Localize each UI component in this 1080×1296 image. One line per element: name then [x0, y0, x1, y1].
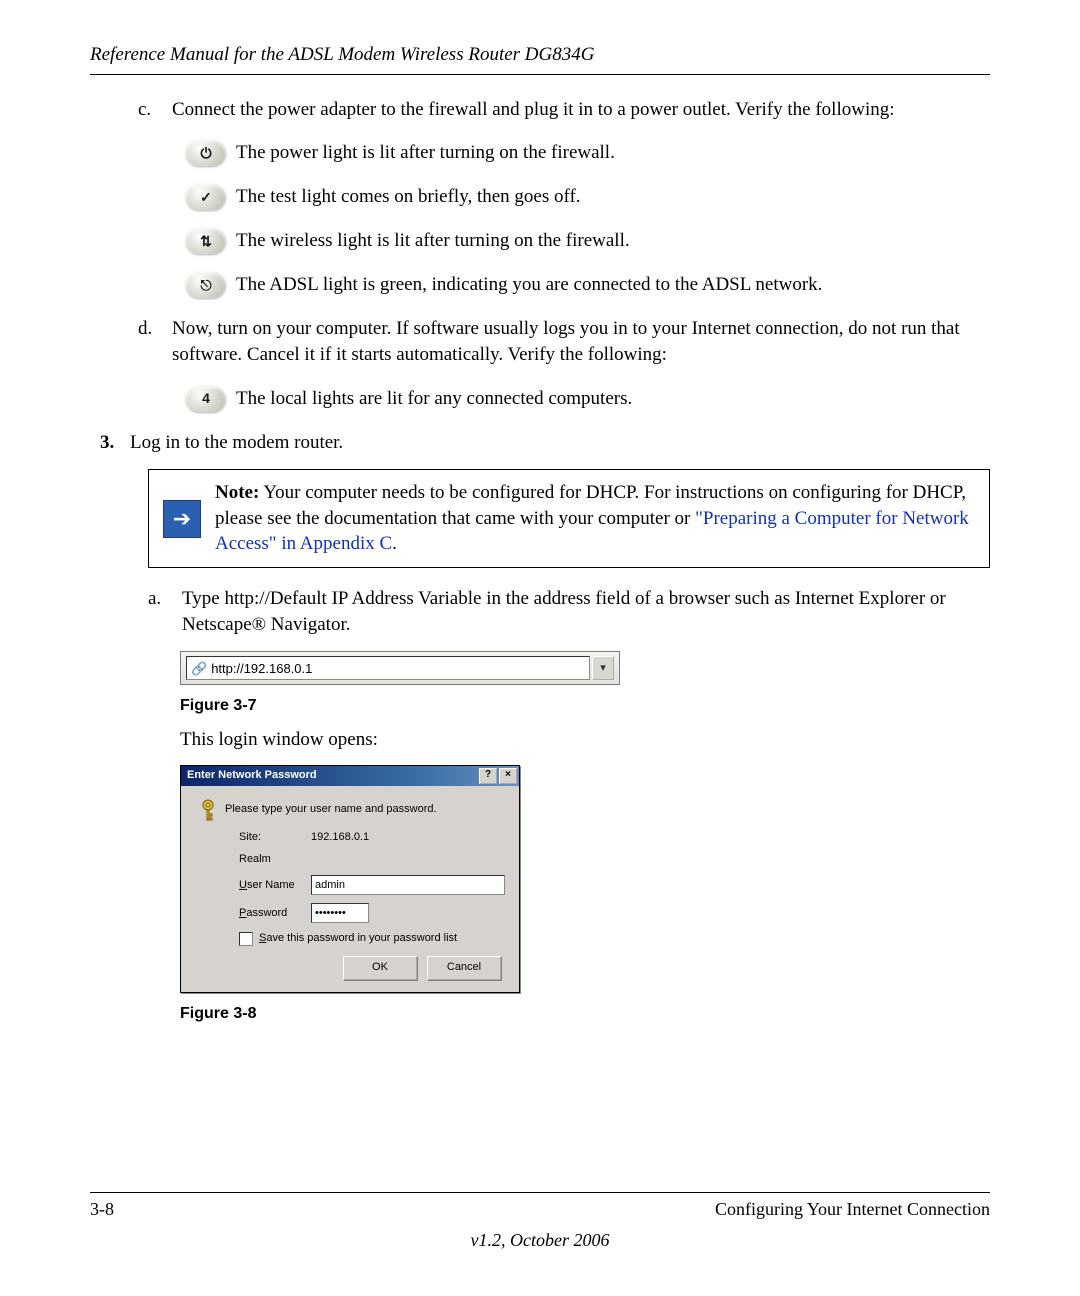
note-body: Note: Your computer needs to be configur…: [203, 480, 977, 557]
list-item-a: a. Type http://Default IP Address Variab…: [148, 586, 990, 637]
save-password-label: Save this password in your password list: [259, 931, 457, 946]
address-bar: 🔗 http://192.168.0.1 ▾: [180, 651, 620, 685]
password-field[interactable]: ••••••••: [311, 903, 369, 923]
number-4-icon: 4: [186, 386, 226, 412]
close-button[interactable]: ×: [499, 768, 517, 784]
item-c-label: c.: [138, 97, 172, 123]
version-text: v1.2, October 2006: [90, 1228, 990, 1252]
item-d-text: Now, turn on your computer. If software …: [172, 316, 990, 367]
wireless-text: The wireless light is lit after turning …: [236, 228, 630, 254]
footer-rule: [90, 1192, 990, 1193]
figure-3-8-label: Figure 3-8: [180, 1003, 990, 1025]
page-footer: 3-8 Configuring Your Internet Connection…: [90, 1192, 990, 1252]
step-3: 3. Log in to the modem router.: [100, 430, 990, 456]
site-label: Site:: [239, 830, 311, 845]
address-url: http://192.168.0.1: [211, 660, 312, 678]
ok-button[interactable]: OK: [343, 956, 417, 980]
after-fig7-text: This login window opens:: [180, 727, 990, 753]
page-number: 3-8: [90, 1197, 114, 1221]
save-password-checkbox[interactable]: [239, 932, 253, 946]
note-bold: Note:: [215, 482, 259, 503]
list-item-c: c. Connect the power adapter to the fire…: [138, 97, 990, 123]
login-dialog: Enter Network Password ? ×: [180, 765, 520, 994]
adsl-icon: ⎋: [186, 272, 226, 298]
cancel-button[interactable]: Cancel: [427, 956, 501, 980]
local-text: The local lights are lit for any connect…: [236, 386, 632, 412]
realm-label: Realm: [239, 852, 311, 867]
page-header: Reference Manual for the ADSL Modem Wire…: [90, 42, 990, 68]
test-text: The test light comes on briefly, then go…: [236, 184, 581, 210]
key-icon: [195, 798, 225, 822]
item-a-text: Type http://Default IP Address Variable …: [182, 586, 990, 637]
note-tail: .: [392, 533, 397, 554]
dialog-title: Enter Network Password: [187, 768, 317, 783]
step-3-label: 3.: [100, 430, 130, 456]
globe-icon: 🔗: [191, 660, 207, 678]
wireless-icon: ⇅: [186, 228, 226, 254]
item-d-label: d.: [138, 316, 172, 367]
username-field[interactable]: admin: [311, 875, 505, 895]
section-title: Configuring Your Internet Connection: [715, 1197, 990, 1221]
item-c-text: Connect the power adapter to the firewal…: [172, 97, 990, 123]
power-icon: ⏻: [186, 140, 226, 166]
dialog-prompt: Please type your user name and password.: [225, 802, 437, 817]
help-button[interactable]: ?: [479, 768, 497, 784]
arrow-right-icon: ➔: [163, 500, 201, 538]
address-field[interactable]: 🔗 http://192.168.0.1: [186, 656, 590, 680]
step-3-text: Log in to the modem router.: [130, 430, 990, 456]
note-box: ➔ Note: Your computer needs to be config…: [148, 469, 990, 568]
username-label: User Name: [239, 878, 311, 893]
header-rule: [90, 74, 990, 75]
site-value: 192.168.0.1: [311, 830, 369, 845]
dialog-title-bar: Enter Network Password ? ×: [181, 766, 519, 786]
figure-3-7-label: Figure 3-7: [180, 695, 990, 717]
list-item-d: d. Now, turn on your computer. If softwa…: [138, 316, 990, 367]
item-a-label: a.: [148, 586, 182, 637]
adsl-text: The ADSL light is green, indicating you …: [236, 272, 822, 298]
password-label: Password: [239, 906, 311, 921]
check-icon: ✓: [186, 184, 226, 210]
address-dropdown-button[interactable]: ▾: [592, 656, 614, 680]
power-text: The power light is lit after turning on …: [236, 140, 615, 166]
